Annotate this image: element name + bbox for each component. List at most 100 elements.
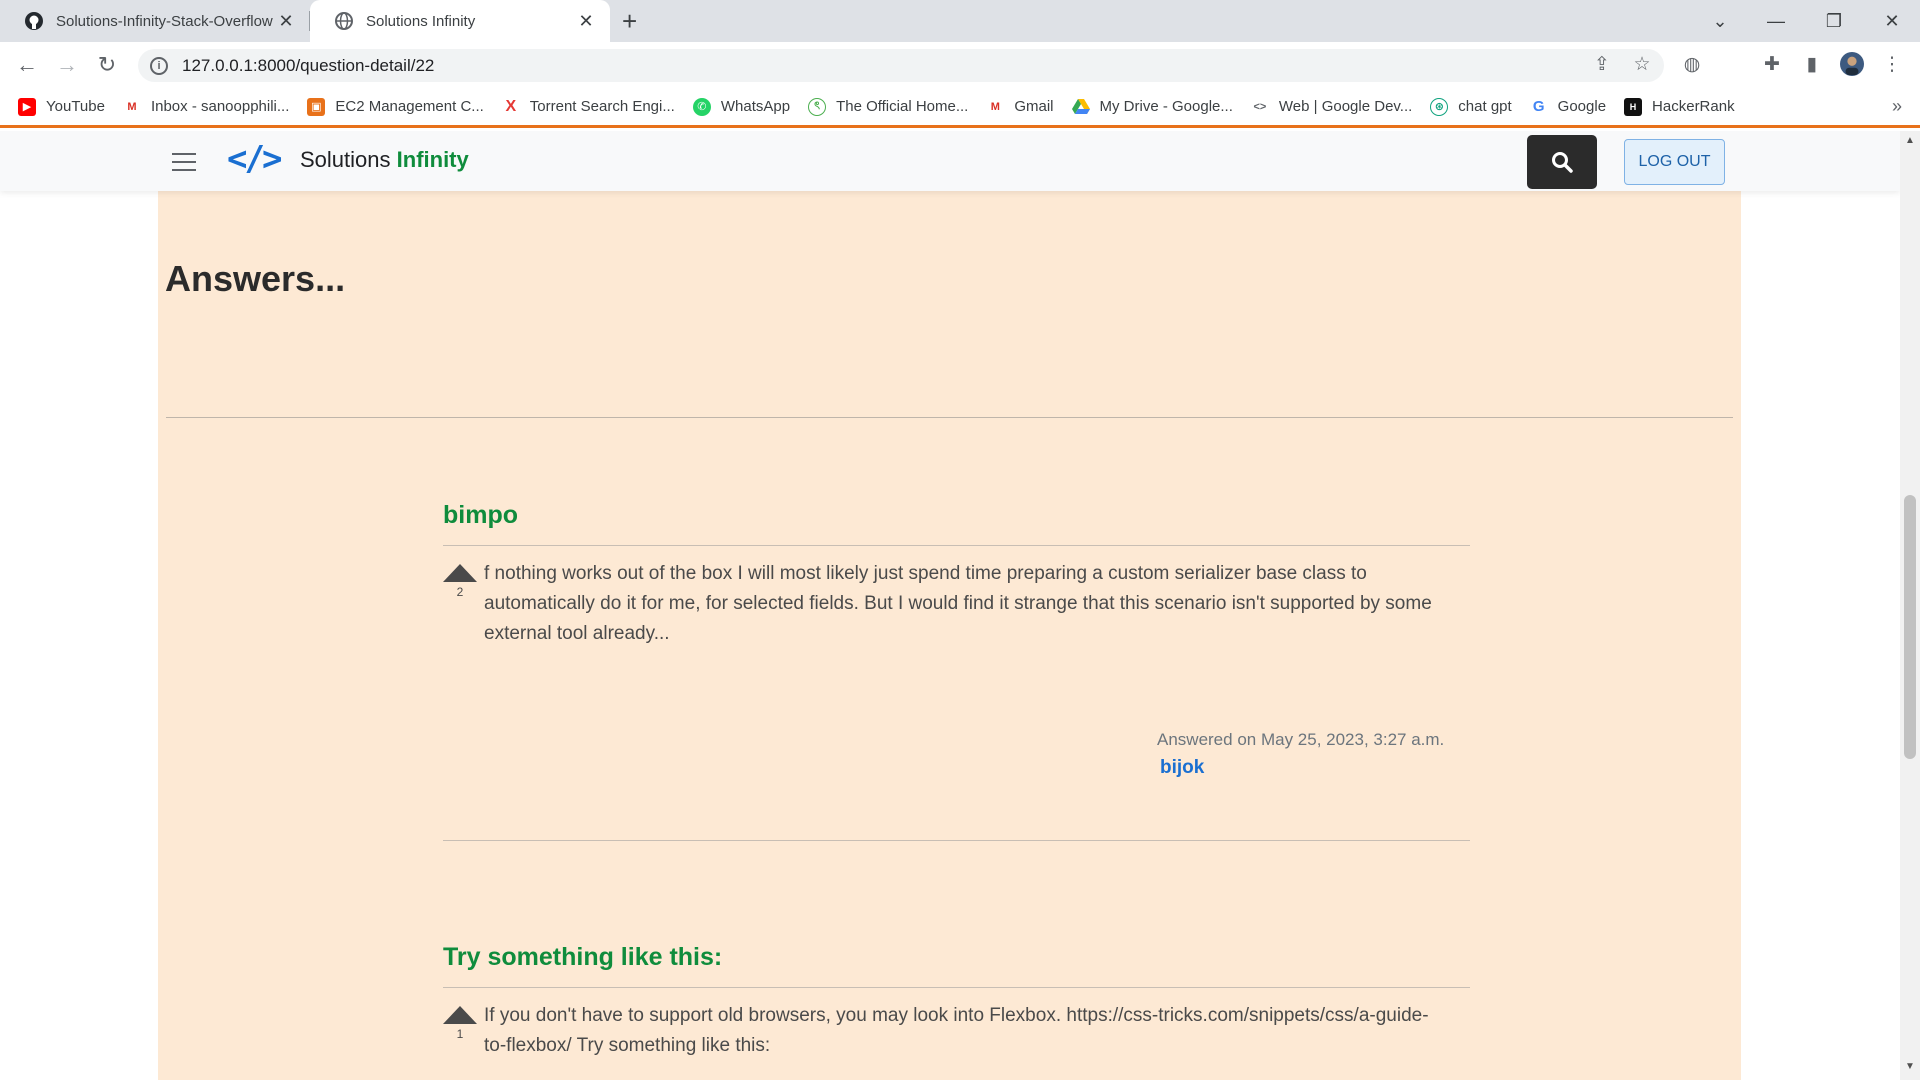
hamburger-menu-icon[interactable] xyxy=(172,153,196,171)
page-viewport: Answers... bimpo 2 f nothing works out o… xyxy=(0,131,1900,1080)
answer-card: Try something like this: 1 If you don't … xyxy=(443,943,1470,1056)
scroll-up-arrow-icon[interactable]: ▲ xyxy=(1904,135,1916,146)
bookmark-gmail[interactable]: M Gmail xyxy=(986,98,1054,116)
globe-icon xyxy=(334,11,354,31)
browser-menu-icon[interactable]: ⋮ xyxy=(1880,52,1904,76)
bookmark-hackerrank[interactable]: H HackerRank xyxy=(1624,97,1735,116)
bookmark-label: HackerRank xyxy=(1652,98,1735,115)
extension-badge-icon[interactable]: ◍ xyxy=(1680,52,1704,76)
bookmark-inbox[interactable]: M Inbox - sanoopphili... xyxy=(123,98,289,116)
tab-title: Solutions-Infinity-Stack-Overflow xyxy=(56,12,273,30)
page-scrollbar[interactable]: ▲ ▼ xyxy=(1900,131,1920,1080)
bookmark-label: My Drive - Google... xyxy=(1099,98,1233,115)
gmail-icon: M xyxy=(127,100,137,113)
drive-icon xyxy=(1071,98,1090,116)
browser-tab-solutions[interactable]: Solutions Infinity ✕ xyxy=(310,0,610,42)
bookmark-drive[interactable]: My Drive - Google... xyxy=(1071,98,1233,116)
x-icon: X xyxy=(505,97,517,115)
search-icon xyxy=(1552,152,1573,173)
bookmark-web-dev[interactable]: <> Web | Google Dev... xyxy=(1251,98,1412,116)
divider xyxy=(166,417,1733,418)
bookmark-torrent[interactable]: X Torrent Search Engi... xyxy=(502,97,675,116)
bookmark-label: The Official Home... xyxy=(836,98,969,115)
minimize-icon[interactable]: — xyxy=(1748,0,1804,42)
profile-avatar[interactable] xyxy=(1840,52,1864,76)
forward-arrow-icon[interactable]: → xyxy=(52,50,82,80)
whatsapp-icon: ✆ xyxy=(692,97,711,116)
vote-count: 2 xyxy=(456,585,464,599)
bookmarks-bar: ▶ YouTube M Inbox - sanoopphili... ▣ EC2 Ma… xyxy=(0,88,1920,128)
browser-toolbar: ← → ↻ i 127.0.0.1:8000/question-detail/2… xyxy=(0,42,1920,88)
new-tab-icon[interactable]: + xyxy=(622,7,637,35)
hackerrank-icon: H xyxy=(1624,97,1643,116)
brand-accent: Infinity xyxy=(396,147,469,172)
bookmark-label: Inbox - sanoopphili... xyxy=(150,98,290,115)
close-tab-icon[interactable]: ✕ xyxy=(574,11,598,32)
answers-section: Answers... bimpo 2 f nothing works out o… xyxy=(158,131,1741,1080)
vote-count: 1 xyxy=(456,1027,464,1041)
close-tab-icon[interactable]: ✕ xyxy=(274,11,298,32)
code-logo-icon[interactable]: </> xyxy=(227,139,282,179)
close-window-icon[interactable]: ✕ xyxy=(1864,0,1920,42)
search-button[interactable] xyxy=(1527,135,1597,189)
bookmark-label: YouTube xyxy=(46,98,105,115)
answer-title: Try something like this: xyxy=(443,943,723,971)
extensions-puzzle-icon[interactable]: ✚ xyxy=(1760,52,1784,76)
brand-main: Solutions xyxy=(300,147,391,172)
site-icon: ৎ xyxy=(808,97,827,116)
answer-divider xyxy=(443,840,1470,841)
gmail-icon: M xyxy=(990,100,1000,113)
reload-icon[interactable]: ↻ xyxy=(92,50,122,80)
bookmark-star-icon[interactable]: ☆ xyxy=(1630,52,1654,76)
code-icon: <> xyxy=(1253,100,1267,113)
bookmark-label: WhatsApp xyxy=(720,98,791,115)
answer-divider xyxy=(443,987,1470,988)
bookmark-label: EC2 Management C... xyxy=(335,98,484,115)
answer-body: If you don't have to support old browser… xyxy=(484,1005,1429,1056)
aws-icon: ▣ xyxy=(307,97,326,116)
openai-icon: ⊛ xyxy=(1430,97,1449,116)
bookmark-youtube[interactable]: ▶ YouTube xyxy=(18,97,105,116)
address-bar[interactable]: i 127.0.0.1:8000/question-detail/22 xyxy=(138,49,1664,82)
answer-card: bimpo 2 f nothing works out of the box I… xyxy=(443,501,1470,841)
bookmark-label: Google xyxy=(1557,98,1607,115)
bookmark-google[interactable]: G Google xyxy=(1530,98,1606,116)
back-arrow-icon[interactable]: ← xyxy=(12,50,42,80)
google-icon: G xyxy=(1532,98,1545,115)
brand-name[interactable]: Solutions Infinity xyxy=(300,147,469,173)
tab-search-chevron-icon[interactable]: ⌄ xyxy=(1692,0,1748,42)
bookmark-label: Torrent Search Engi... xyxy=(529,98,675,115)
github-icon xyxy=(24,11,44,31)
browser-tab-github[interactable]: Solutions-Infinity-Stack-Overflow ✕ xyxy=(0,0,310,42)
restore-icon[interactable]: ❐ xyxy=(1806,0,1862,42)
answer-body: f nothing works out of the box I will mo… xyxy=(484,563,1432,644)
upvote-arrow-icon[interactable] xyxy=(443,1006,477,1024)
bookmark-whatsapp[interactable]: ✆ WhatsApp xyxy=(692,97,791,116)
site-navbar: </> Solutions Infinity LOG OUT xyxy=(0,131,1900,191)
answers-heading: Answers... xyxy=(165,258,346,299)
answered-on-timestamp: Answered on May 25, 2023, 3:27 a.m. xyxy=(1157,730,1445,749)
logout-button[interactable]: LOG OUT xyxy=(1624,139,1725,185)
side-panel-icon[interactable]: ▮ xyxy=(1800,52,1824,76)
share-icon[interactable]: ⇪ xyxy=(1590,52,1614,76)
scroll-down-arrow-icon[interactable]: ▼ xyxy=(1904,1061,1916,1072)
answer-author-link[interactable]: bijok xyxy=(1160,757,1204,779)
bookmark-label: Web | Google Dev... xyxy=(1278,98,1413,115)
upvote-control[interactable]: 2 xyxy=(443,564,477,599)
address-url: 127.0.0.1:8000/question-detail/22 xyxy=(182,55,435,75)
answer-divider xyxy=(443,545,1470,546)
browser-tab-bar: Solutions-Infinity-Stack-Overflow ✕ Solu… xyxy=(0,0,1920,42)
bookmark-label: Gmail xyxy=(1014,98,1054,115)
site-info-icon[interactable]: i xyxy=(150,56,168,75)
youtube-icon: ▶ xyxy=(18,97,36,116)
bookmark-official-home[interactable]: ৎ The Official Home... xyxy=(808,97,969,116)
answer-title: bimpo xyxy=(443,501,518,529)
upvote-arrow-icon[interactable] xyxy=(443,564,477,582)
scrollbar-thumb[interactable] xyxy=(1904,495,1916,759)
tab-title: Solutions Infinity xyxy=(366,12,476,30)
more-bookmarks-icon[interactable]: » xyxy=(1892,96,1902,117)
bookmark-ec2[interactable]: ▣ EC2 Management C... xyxy=(307,97,484,116)
bookmark-label: chat gpt xyxy=(1458,98,1512,115)
upvote-control[interactable]: 1 xyxy=(443,1006,477,1041)
bookmark-chatgpt[interactable]: ⊛ chat gpt xyxy=(1430,97,1512,116)
